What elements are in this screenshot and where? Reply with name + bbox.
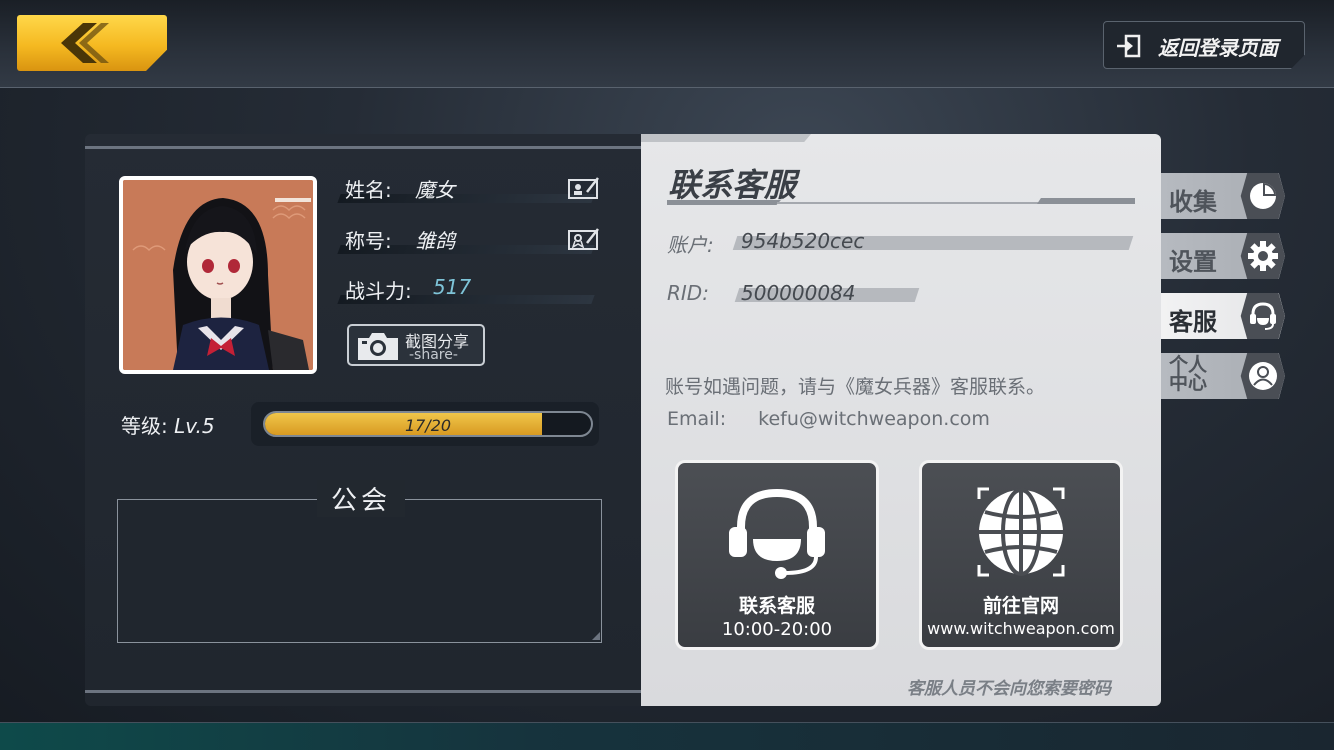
official-site-card[interactable]: 前往官网 www.witchweapon.com <box>919 460 1123 650</box>
gear-icon <box>1248 241 1278 271</box>
logout-button[interactable]: 返回登录页面 <box>1103 21 1305 69</box>
password-warning: 客服人员不会向您索要密码 <box>907 679 1111 699</box>
headset-icon <box>1250 302 1276 330</box>
decor-strip <box>641 134 811 142</box>
divider <box>85 146 641 149</box>
power-value: 517 <box>433 275 472 299</box>
divider <box>85 690 641 693</box>
bottom-strip <box>0 722 1334 750</box>
account-value: 954b520cec <box>741 229 865 253</box>
title-label: 称号: <box>345 229 392 253</box>
xp-text: 17/20 <box>404 416 452 435</box>
support-notice: 账号如遇问题，请与《魔女兵器》客服联系。 <box>665 376 1046 398</box>
guild-title: 公会 <box>317 480 405 517</box>
contact-service-card[interactable]: 联系客服 10:00-20:00 <box>675 460 879 650</box>
level-value: Lv.5 <box>174 414 215 438</box>
guild-box <box>117 499 602 643</box>
email-label: Email: <box>667 408 727 430</box>
exit-icon <box>1117 34 1141 58</box>
account-label: 账户: <box>667 233 714 257</box>
character-portrait <box>123 180 313 370</box>
name-label: 姓名: <box>345 178 392 202</box>
tab-collection[interactable]: 收集 <box>1161 173 1285 219</box>
power-row: 战斗力: 517 <box>337 275 605 305</box>
title-row: 称号: 雏鸽 <box>337 225 605 255</box>
support-panel: 联系客服 账户: 954b520cec RID: 500000084 账号如遇问… <box>641 134 1161 706</box>
tab-service-label: 客服 <box>1169 308 1217 336</box>
power-label: 战斗力: <box>345 279 412 303</box>
service-card-title: 联系客服 <box>738 595 815 617</box>
rid-value: 500000084 <box>741 281 856 305</box>
name-value: 魔女 <box>415 178 455 202</box>
tab-settings-label: 设置 <box>1169 248 1217 276</box>
level-label: 等级: Lv.5 <box>121 410 215 439</box>
camera-icon <box>358 333 398 360</box>
level-label-text: 等级: <box>121 414 168 438</box>
tab-personal-label: 个人 中心 <box>1169 356 1208 394</box>
edit-name-icon[interactable] <box>567 174 601 200</box>
avatar[interactable] <box>119 176 317 374</box>
service-card-hours: 10:00-20:00 <box>721 619 833 640</box>
top-bar: 返回登录页面 <box>0 0 1334 88</box>
profile-panel: 姓名: 魔女 称号: 雏鸽 战斗力: 517 截图分享 -share- 等级: … <box>85 134 641 706</box>
tab-personal-line2: 中心 <box>1169 372 1208 394</box>
chevron-left-icon <box>61 23 109 63</box>
site-card-url: www.witchweapon.com <box>927 619 1115 638</box>
user-icon <box>1249 362 1277 390</box>
rid-label: RID: <box>667 281 709 305</box>
tab-settings[interactable]: 设置 <box>1161 233 1285 279</box>
tab-customer-service[interactable]: 客服 <box>1161 293 1285 339</box>
headset-icon <box>729 488 825 579</box>
site-card-title: 前往官网 <box>982 595 1059 617</box>
pie-chart-icon <box>1250 183 1276 209</box>
edit-title-icon[interactable] <box>567 225 601 251</box>
screenshot-share-button[interactable]: 截图分享 -share- <box>347 324 485 366</box>
title-underline <box>667 198 1135 206</box>
name-row: 姓名: 魔女 <box>337 174 605 204</box>
email-row: Email: kefu@witchweapon.com <box>667 408 990 430</box>
logout-label: 返回登录页面 <box>1158 36 1278 60</box>
account-row: 账户: 954b520cec <box>667 229 1137 259</box>
title-value: 雏鸽 <box>415 229 455 253</box>
globe-icon <box>977 487 1065 577</box>
tab-collection-label: 收集 <box>1169 188 1217 216</box>
xp-bar: 17/20 <box>251 402 599 446</box>
tab-personal-center[interactable]: 个人 中心 <box>1161 353 1285 399</box>
email-value[interactable]: kefu@witchweapon.com <box>758 408 990 430</box>
share-sub-label: -share- <box>409 347 458 363</box>
rid-row: RID: 500000084 <box>667 281 1137 311</box>
xp-track: 17/20 <box>263 411 593 437</box>
guild-resize-corner <box>592 632 600 640</box>
back-button[interactable] <box>17 15 167 71</box>
